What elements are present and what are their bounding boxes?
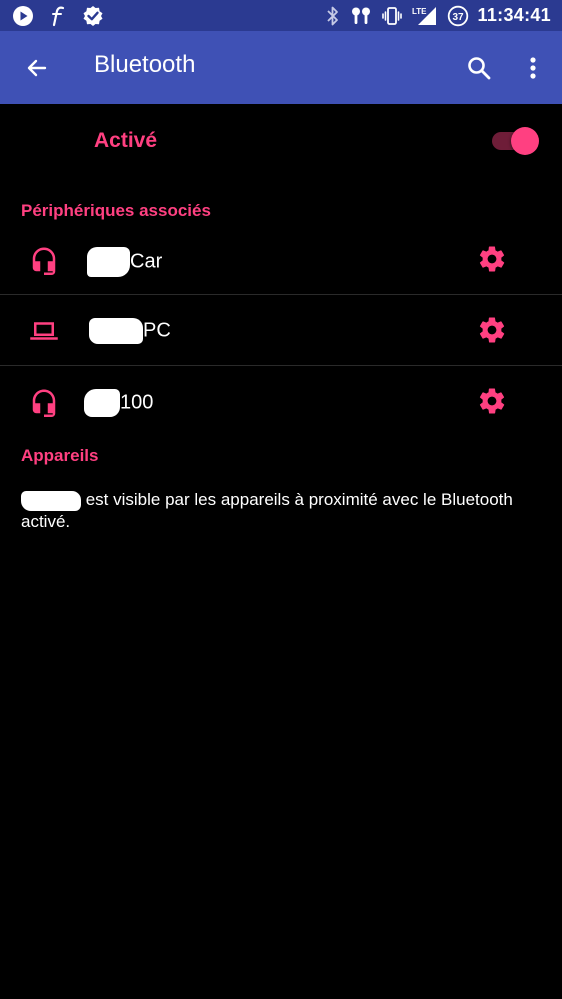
device-settings-button[interactable] xyxy=(475,384,509,418)
paired-devices-header: Périphériques associés xyxy=(21,201,211,220)
gear-icon xyxy=(479,388,505,414)
headset-icon xyxy=(27,386,61,418)
check-badge-icon xyxy=(82,5,104,27)
font-f-icon xyxy=(47,5,69,27)
screen: LTE 37 11:34:41 Bluetooth Activé Périphé… xyxy=(0,0,562,999)
status-bar: LTE 37 11:34:41 xyxy=(0,0,562,31)
device-name: Car xyxy=(87,247,162,277)
earbuds-icon xyxy=(350,5,372,27)
laptop-icon xyxy=(27,315,61,347)
paired-device-row[interactable]: PC xyxy=(0,295,562,366)
gear-icon xyxy=(479,246,505,272)
play-circle-icon xyxy=(12,5,34,27)
redacted-name xyxy=(89,318,143,344)
device-name: 100 xyxy=(84,389,153,417)
overflow-menu-button[interactable] xyxy=(520,52,546,84)
page-title: Bluetooth xyxy=(94,51,196,78)
more-vert-icon xyxy=(530,57,536,79)
battery-icon: 37 xyxy=(447,5,469,27)
app-bar: Bluetooth xyxy=(0,31,562,104)
arrow-back-icon xyxy=(27,59,47,77)
redacted-name xyxy=(84,389,120,417)
search-button[interactable] xyxy=(463,52,495,84)
redacted-name xyxy=(87,247,130,277)
visibility-info: est visible par les appareils à proximit… xyxy=(21,490,513,531)
clock: 11:34:41 xyxy=(477,5,551,25)
device-settings-button[interactable] xyxy=(475,313,509,347)
redacted-device-name xyxy=(21,490,81,511)
network-type-label: LTE xyxy=(412,7,427,16)
back-button[interactable] xyxy=(22,53,52,83)
bluetooth-toggle-row[interactable]: Activé xyxy=(0,104,562,178)
headset-icon xyxy=(27,244,61,276)
paired-device-row[interactable]: Car xyxy=(0,224,562,295)
vibrate-icon xyxy=(381,5,403,27)
paired-device-row[interactable]: 100 xyxy=(0,366,562,436)
switch-thumb xyxy=(511,127,539,155)
bluetooth-icon xyxy=(325,5,341,27)
gear-icon xyxy=(479,317,505,343)
battery-percent: 37 xyxy=(452,11,464,22)
bluetooth-switch[interactable] xyxy=(492,127,540,155)
toggle-label: Activé xyxy=(94,129,158,152)
search-icon xyxy=(468,57,491,80)
device-name: PC xyxy=(89,318,171,344)
device-settings-button[interactable] xyxy=(475,242,509,276)
available-devices-header: Appareils xyxy=(21,446,99,465)
signal-lte-icon: LTE xyxy=(412,5,438,27)
